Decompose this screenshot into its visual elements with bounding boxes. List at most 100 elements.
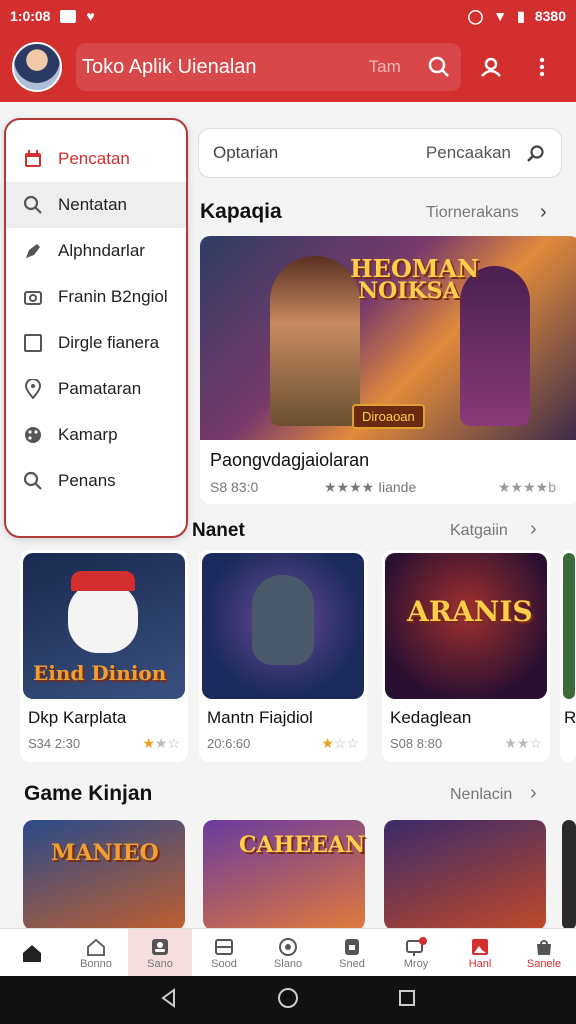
nav-sood[interactable]: Sood — [192, 929, 256, 976]
drawer-item-location[interactable]: Pamataran — [6, 366, 186, 412]
game-card[interactable]: Mantn Fiajdiol 20:6:60 ★☆☆ — [199, 550, 367, 762]
monster-illustration — [252, 575, 314, 665]
game-card-meta: S08 8:80 — [390, 736, 443, 751]
avatar[interactable] — [12, 42, 62, 92]
grid-icon — [213, 936, 235, 958]
drawer-item-search-2[interactable]: Penans — [6, 458, 186, 504]
featured-game-meta: S8 83:0 — [210, 479, 259, 495]
game-tile[interactable]: CAHEEAN — [203, 820, 365, 928]
drawer-item-label: Kamarp — [58, 425, 118, 444]
drawer-item-square[interactable]: Dirgle fianera — [6, 320, 186, 366]
drawer-item-label: Nentatan — [58, 195, 127, 214]
featured-game-rating-2: ★★★★b — [498, 479, 556, 495]
tile-art-text: MANIEO — [51, 840, 159, 866]
back-icon[interactable] — [159, 987, 179, 1013]
featured-game-name: Paongvdagjaiolaran — [210, 450, 370, 470]
section-title-2: Nanet — [192, 520, 245, 541]
drawer-item-palette[interactable]: Kamarp — [6, 412, 186, 458]
search-icon[interactable] — [525, 142, 547, 164]
game-tile[interactable] — [562, 820, 576, 928]
drawer-item-pencil[interactable]: Alphndarlar — [6, 228, 186, 274]
featured-game-card[interactable]: HEOMAN NOIKSA Diroaoan Paongvdagjaiolara… — [200, 236, 576, 504]
nav-label: Slano — [273, 957, 303, 970]
nav-sano[interactable]: Sano — [128, 929, 192, 976]
nav-label: Mroy — [403, 957, 429, 970]
banner-title-2: NOIKSA — [358, 278, 460, 304]
status-time: 1:0:08 — [10, 8, 51, 24]
camera-icon — [22, 286, 44, 308]
nav-bonno[interactable]: Bonno — [64, 929, 128, 976]
star-rating: ★☆☆ — [321, 735, 359, 751]
game-card-meta: 20:6:60 — [207, 736, 251, 751]
drawer-item-label: Pencatan — [58, 149, 130, 168]
app-search-bar[interactable]: Toko Aplik Uienalan Tam — [76, 43, 461, 91]
battery-icon: ▮ — [517, 7, 525, 24]
featured-game-rating: ★★★★ Iiande — [324, 479, 417, 495]
search-icon — [22, 470, 44, 492]
system-navigation-bar — [0, 976, 576, 1024]
account-icon[interactable] — [469, 45, 513, 89]
card-art-text: Eind Dinion — [33, 661, 167, 685]
palette-icon — [22, 424, 44, 446]
nav-home[interactable] — [0, 929, 64, 976]
recents-icon[interactable] — [397, 988, 417, 1013]
chevron-right-icon[interactable]: › — [530, 782, 537, 805]
search-icon[interactable] — [417, 45, 461, 89]
category-drawer: Pencatan Nentatan Alphndarlar Franin B2n… — [4, 118, 188, 538]
game-tile[interactable]: MANIEO — [23, 820, 185, 928]
shield-icon: ◯ — [467, 7, 484, 24]
drawer-item-label: Pamataran — [58, 379, 142, 398]
game-card[interactable]: Eind Dinion Dkp Karplata S34 2:30 ★★☆ — [20, 550, 188, 762]
section-more-3[interactable]: Nenlacin — [450, 786, 512, 804]
nav-label: Sanele — [526, 957, 562, 970]
app-title: Toko Aplik Uienalan — [82, 55, 257, 78]
filter-left-label: Optarian — [213, 143, 279, 162]
nav-mroy[interactable]: Mroy — [384, 929, 448, 976]
chevron-right-icon[interactable]: › — [530, 518, 537, 541]
section-more-featured[interactable]: Tiornerakans — [426, 204, 519, 222]
search-hint: Tam — [368, 57, 401, 76]
gamepad-icon — [277, 936, 299, 958]
section-title-featured: Kapaqia — [200, 200, 282, 223]
drawer-item-search[interactable]: Nentatan — [6, 182, 186, 228]
calendar-icon — [22, 148, 44, 170]
star-rating: ★★☆ — [142, 735, 180, 751]
game-card[interactable]: R — [560, 550, 576, 762]
star-rating: ★★☆ — [504, 735, 542, 751]
home-circle-icon[interactable] — [277, 987, 299, 1014]
person-icon — [149, 936, 171, 958]
drawer-item-label: Franin B2ngiol — [58, 287, 168, 306]
game-card-name: R — [564, 708, 576, 727]
card-art-text: ARANIS — [407, 595, 533, 628]
character-illustration — [270, 256, 360, 426]
nav-label: Sano — [147, 957, 173, 970]
banner-subtitle: Diroaoan — [352, 404, 425, 429]
status-bar: 1:0:08 ♥ ◯ ▼ ▮ 8380 — [0, 0, 576, 32]
game-card[interactable]: ARANIS Kedaglean S08 8:80 ★★☆ — [382, 550, 550, 762]
section-more-2[interactable]: Katgaiin — [450, 522, 508, 540]
chevron-right-icon[interactable]: › — [540, 201, 547, 224]
nav-label: Bonno — [80, 957, 112, 970]
drawer-item-camera[interactable]: Franin B2ngiol — [6, 274, 186, 320]
drawer-item-label: Penans — [58, 471, 116, 490]
more-options-icon[interactable] — [520, 45, 564, 89]
image-icon — [469, 936, 491, 958]
game-card-art — [202, 553, 364, 699]
featured-game-art: HEOMAN NOIKSA Diroaoan — [200, 236, 576, 440]
game-card-art — [563, 553, 575, 699]
nav-sned[interactable]: Sned — [320, 929, 384, 976]
section-title-3: Game Kinjan — [24, 782, 153, 805]
heart-icon: ♥ — [86, 8, 95, 24]
drawer-item-calendar[interactable]: Pencatan — [6, 136, 186, 182]
square-icon — [22, 332, 44, 354]
nav-hanl[interactable]: Hanl — [448, 929, 512, 976]
nav-slano[interactable]: Slano — [256, 929, 320, 976]
villain-illustration — [460, 266, 530, 426]
game-card-name: Kedaglean — [390, 708, 472, 727]
filter-bar[interactable]: Optarian Pencaakan — [198, 128, 562, 178]
bag-icon — [533, 936, 555, 958]
house-icon — [85, 936, 107, 958]
lock-icon — [341, 936, 363, 958]
nav-sanele[interactable]: Sanele — [512, 929, 576, 976]
game-tile[interactable] — [384, 820, 546, 928]
